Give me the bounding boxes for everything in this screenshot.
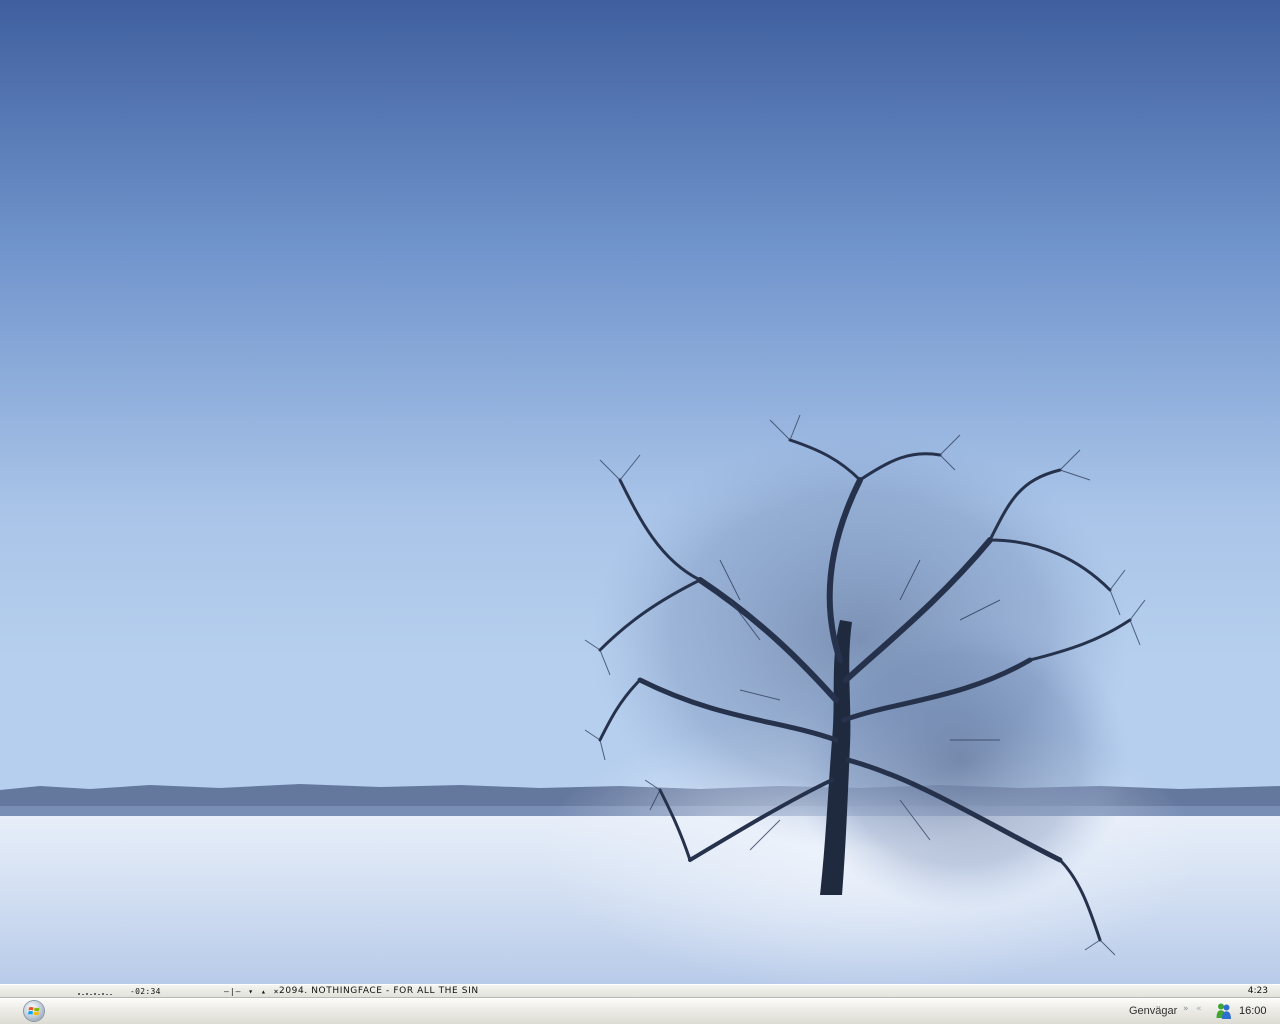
now-playing-title[interactable]: 2094. NOTHINGFACE - FOR ALL THE SIN [279,986,479,997]
wallpaper-snowy-tree [0,0,1280,984]
seek-bar[interactable]: —|— [224,987,241,996]
volume-up-button[interactable]: ▴ [261,987,267,996]
elapsed-time[interactable]: -02:34 [130,986,161,997]
volume-down-button[interactable]: ▾ [248,987,254,996]
desktop[interactable] [0,0,1280,984]
start-button[interactable] [24,1001,44,1021]
taskbar: Genvägar » « 16:00 [0,998,1280,1024]
track-length: 4:23 [1247,986,1268,996]
media-player-bar[interactable]: -02:34 —|— ▾ ▴ × 2094. NOTHINGFACE - FOR… [0,984,1280,998]
visualizer [76,986,118,997]
player-controls: —|— ▾ ▴ × [224,986,280,997]
msn-messenger-icon[interactable] [1215,1002,1233,1020]
system-clock[interactable]: 16:00 [1239,1005,1267,1017]
chevron-left-icon[interactable]: « [1196,1004,1201,1014]
windows-flag-icon [28,1007,40,1016]
chevron-right-icon[interactable]: » [1183,1004,1188,1014]
quicklaunch-toolbar-label[interactable]: Genvägar [1129,1005,1177,1017]
